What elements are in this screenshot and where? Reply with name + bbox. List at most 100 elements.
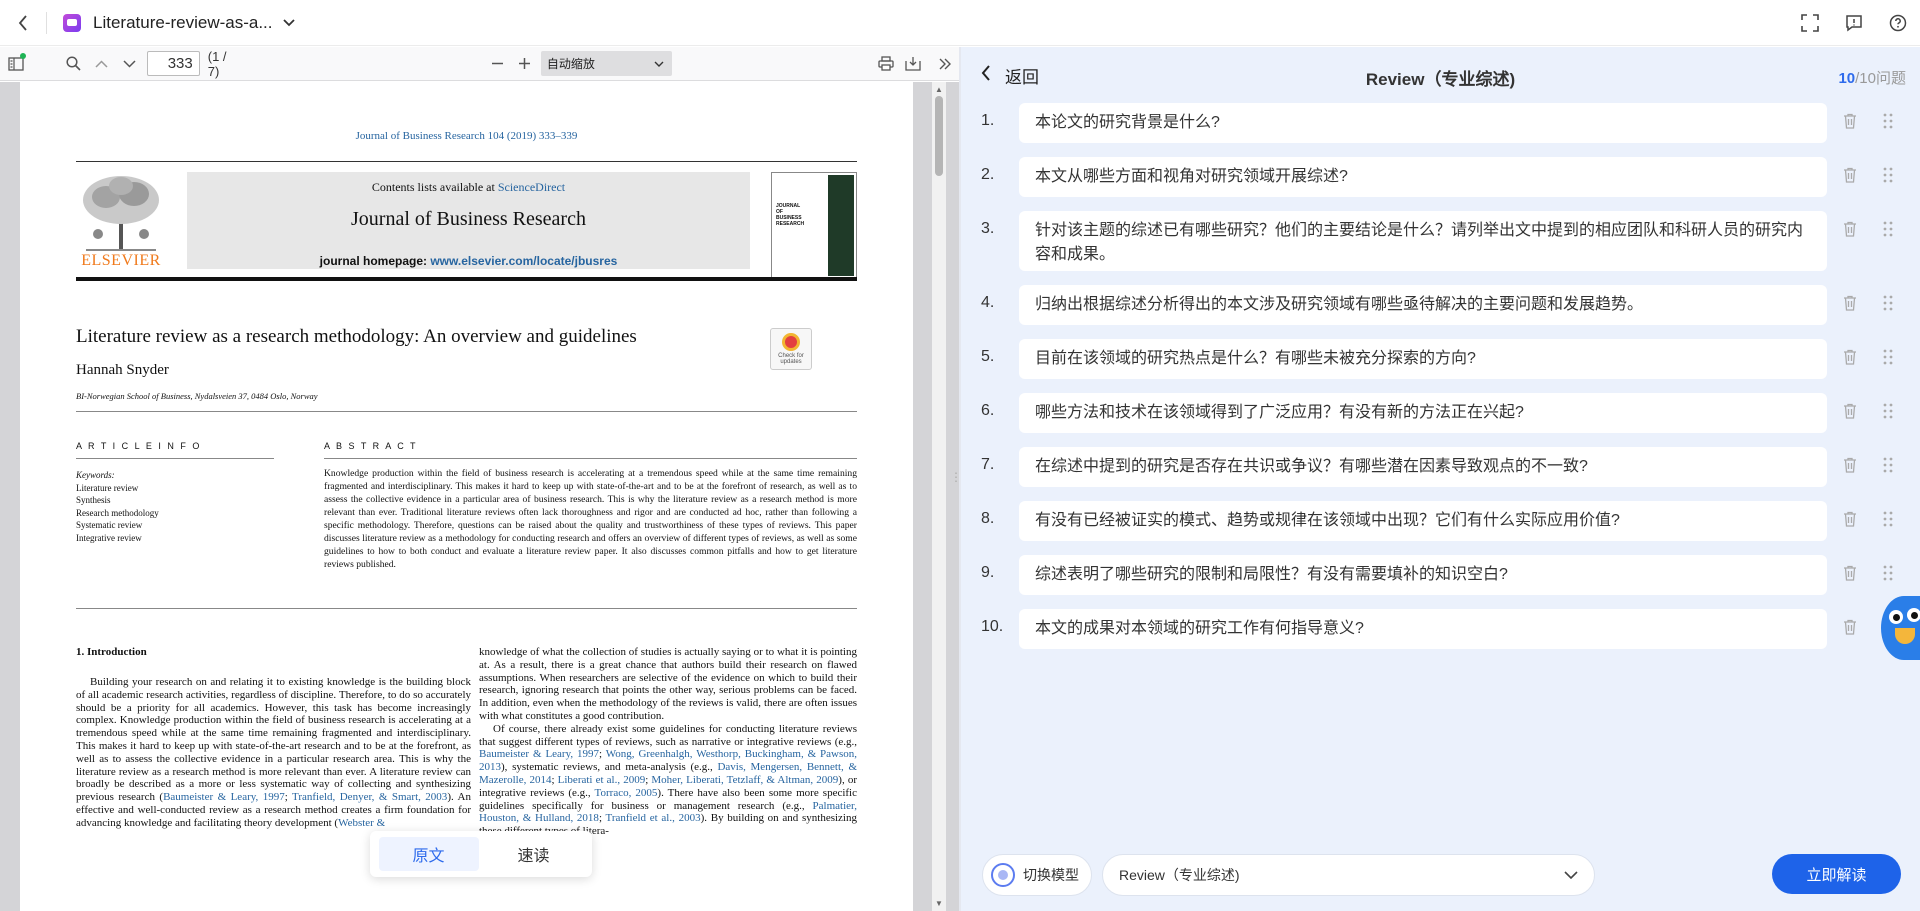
publisher-name: ELSEVIER (81, 252, 161, 269)
question-row: 3. 针对该主题的综述已有哪些研究？他们的主要结论是什么？请列举出文中提到的相应团… (961, 211, 1920, 271)
scroll-down-icon[interactable]: ▼ (935, 899, 943, 908)
trash-icon[interactable] (1843, 113, 1857, 133)
more-tools-icon[interactable] (931, 50, 959, 78)
drag-handle-icon[interactable] (1883, 457, 1893, 473)
question-row: 1. 本论文的研究背景是什么? (961, 103, 1920, 143)
trash-icon[interactable] (1843, 565, 1857, 585)
template-select[interactable]: Review（专业综述) (1102, 854, 1595, 896)
zoom-in-icon[interactable] (511, 50, 539, 78)
drag-handle-icon[interactable] (1883, 403, 1893, 419)
question-text-field[interactable]: 本文的成果对本领域的研究工作有何指导意义? (1019, 609, 1827, 649)
homepage-link[interactable]: www.elsevier.com/locate/jbusres (430, 254, 617, 268)
chevron-down-icon (1564, 871, 1578, 879)
back-icon[interactable] (0, 0, 46, 46)
original-mode-button[interactable]: 原文 (378, 837, 479, 871)
model-icon (991, 863, 1015, 887)
drag-handle-icon[interactable] (1883, 565, 1893, 581)
citation-link[interactable]: Webster & (338, 817, 385, 829)
question-number: 10. (981, 618, 1004, 635)
trash-icon[interactable] (1843, 295, 1857, 315)
article-info-heading: A R T I C L E I N F O (76, 441, 202, 451)
keyword: Systematic review (76, 520, 143, 531)
citation-link[interactable]: Moher, Liberati, Tetzlaff, & Altman, 200… (651, 774, 838, 786)
question-text-field[interactable]: 本论文的研究背景是什么? (1019, 103, 1827, 143)
switch-model-label: 切换模型 (1023, 867, 1079, 883)
trash-icon[interactable] (1843, 403, 1857, 423)
article-title: Literature review as a research methodol… (76, 326, 637, 347)
question-text-field[interactable]: 哪些方法和技术在该领域得到了广泛应用？有没有新的方法正在兴起? (1019, 393, 1827, 433)
pdf-viewport[interactable]: Journal of Business Research 104 (2019) … (0, 82, 959, 911)
analyze-now-button[interactable]: 立即解读 (1772, 854, 1901, 894)
trash-icon[interactable] (1843, 349, 1857, 369)
page-number-input[interactable]: 333 (147, 51, 200, 76)
drag-handle-icon[interactable] (1883, 221, 1893, 237)
search-icon[interactable] (60, 50, 88, 78)
zoom-select[interactable]: 自动缩放 (540, 51, 672, 76)
trash-icon[interactable] (1843, 511, 1857, 531)
previous-page-icon[interactable] (88, 50, 116, 78)
question-number: 7. (981, 456, 995, 473)
citation-link[interactable]: Liberati et al., 2009 (558, 774, 646, 786)
trash-icon[interactable] (1843, 221, 1857, 241)
pdf-scrollbar[interactable]: ▲ ▼ (932, 82, 946, 911)
drag-handle-icon[interactable] (1883, 349, 1893, 365)
help-icon[interactable] (1876, 0, 1920, 46)
journal-reference[interactable]: Journal of Business Research 104 (2019) … (20, 130, 913, 142)
check-for-updates-badge[interactable]: Check for updates (770, 328, 812, 370)
keywords-label: Keywords: (76, 470, 115, 480)
homepage-line: journal homepage: www.elsevier.com/locat… (187, 254, 750, 268)
trash-icon[interactable] (1843, 457, 1857, 477)
top-right-actions (1788, 0, 1920, 46)
template-select-value: Review（专业综述) (1119, 867, 1240, 883)
question-text-field[interactable]: 本文从哪些方面和视角对研究领域开展综述? (1019, 157, 1827, 197)
trash-icon[interactable] (1843, 167, 1857, 187)
trash-icon[interactable] (1843, 619, 1857, 639)
question-count: 10/10问题 (1838, 67, 1906, 88)
drag-handle-icon[interactable] (1883, 167, 1893, 183)
abstract-heading: A B S T R A C T (324, 441, 418, 451)
question-text-field[interactable]: 在综述中提到的研究是否存在共识或争议？有哪些潜在因素导致观点的不一致? (1019, 447, 1827, 487)
journal-cover-image: JOURNAL OF BUSINESS RESEARCH (771, 172, 857, 279)
citation-link[interactable]: Baumeister & Leary, 1997 (479, 748, 599, 760)
question-row: 6. 哪些方法和技术在该领域得到了广泛应用？有没有新的方法正在兴起? (961, 393, 1920, 433)
question-number: 5. (981, 348, 995, 365)
citation-link[interactable]: Tranfield et al., 2003 (606, 812, 701, 824)
keyword: Synthesis (76, 495, 111, 506)
update-badge-icon (782, 333, 800, 351)
keywords-block: Keywords: Literature review Synthesis Re… (76, 469, 159, 545)
citation-link[interactable]: Torraco, 2005 (595, 787, 658, 799)
speed-read-button[interactable]: 速读 (484, 837, 584, 871)
fullscreen-icon[interactable] (1788, 0, 1832, 46)
citation-link[interactable]: Baumeister & Leary, 1997 (163, 791, 285, 803)
zoom-out-icon[interactable] (483, 50, 511, 78)
download-icon[interactable] (899, 50, 927, 78)
switch-model-button[interactable]: 切换模型 (982, 854, 1092, 896)
separator: ; (284, 791, 293, 804)
status-dot (20, 53, 26, 59)
chevron-down-icon[interactable] (282, 15, 295, 30)
citation-link[interactable]: Tranfield, Denyer, & Smart, 2003 (292, 791, 447, 803)
print-icon[interactable] (872, 50, 900, 78)
keyword: Research methodology (76, 507, 159, 518)
panel-footer: 切换模型 Review（专业综述) 立即解读 (961, 839, 1920, 911)
journal-banner: Contents lists available at ScienceDirec… (187, 172, 750, 269)
next-page-icon[interactable] (115, 50, 143, 78)
question-text-field[interactable]: 目前在该领域的研究热点是什么？有哪些未被充分探索的方向? (1019, 339, 1827, 379)
question-text-field[interactable]: 综述表明了哪些研究的限制和局限性？有没有需要填补的知识空白? (1019, 555, 1827, 595)
scroll-up-icon[interactable]: ▲ (935, 85, 943, 94)
chevron-down-icon (654, 61, 664, 67)
question-text-field[interactable]: 有没有已经被证实的模式、趋势或规律在该领域中出现？它们有什么实际应用价值? (1019, 501, 1827, 541)
paragraph-text: ), systematic reviews, and meta-analysis… (501, 761, 718, 774)
question-text-field[interactable]: 针对该主题的综述已有哪些研究？他们的主要结论是什么？请列举出文中提到的相应团队和… (1019, 211, 1827, 271)
feedback-icon[interactable] (1832, 0, 1876, 46)
divider (76, 161, 857, 162)
drag-handle-icon[interactable] (1883, 295, 1893, 311)
drag-handle-icon[interactable] (1883, 511, 1893, 527)
document-title[interactable]: Literature-review-as-a... (93, 13, 273, 33)
question-text-field[interactable]: 归纳出根据综述分析得出的本文涉及研究领域有哪些亟待解决的主要问题和发展趋势。 (1019, 285, 1827, 325)
drag-handle-icon[interactable] (1883, 113, 1893, 129)
author-name: Hannah Snyder (76, 362, 169, 378)
sciencedirect-link[interactable]: ScienceDirect (498, 180, 565, 194)
assistant-mascot-icon[interactable] (1881, 596, 1920, 660)
scrollbar-thumb[interactable] (935, 96, 943, 176)
